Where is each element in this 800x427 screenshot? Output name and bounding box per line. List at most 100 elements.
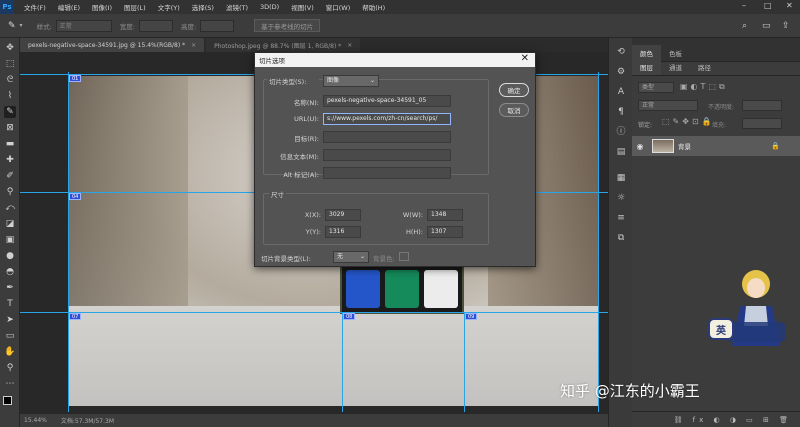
- gradient-tool-icon[interactable]: ▣: [4, 234, 16, 246]
- menu-layer[interactable]: 图层(L): [124, 2, 146, 12]
- move-tool-icon[interactable]: ✥: [4, 42, 16, 54]
- menu-filter[interactable]: 滤镜(T): [226, 2, 248, 12]
- slice-type-value: 图像: [327, 77, 340, 84]
- frame-tool-icon[interactable]: ⊠: [4, 122, 16, 134]
- menu-file[interactable]: 文件(F): [24, 2, 46, 12]
- ok-button[interactable]: 确定: [499, 83, 529, 97]
- h-label: H(H):: [405, 228, 423, 236]
- type-tool-icon[interactable]: T: [4, 298, 16, 310]
- healing-tool-icon[interactable]: ✚: [4, 154, 16, 166]
- chevron-down-icon: ⌄: [359, 253, 365, 260]
- share-icon[interactable]: ⇪: [782, 21, 790, 31]
- height-field[interactable]: [200, 19, 235, 32]
- pen-tool-icon[interactable]: ✒: [4, 282, 16, 294]
- menu-3d[interactable]: 3D(D): [260, 3, 279, 11]
- adjustments-panel-icon[interactable]: ☼: [615, 192, 627, 204]
- path-select-icon[interactable]: ➤: [4, 314, 16, 326]
- tool-preset-caret-icon[interactable]: ▾: [20, 22, 23, 29]
- layer-comps-icon[interactable]: ⧉: [615, 232, 627, 244]
- guide-slices-button[interactable]: 基于参考线的切片: [254, 19, 321, 32]
- slice-tool-icon[interactable]: ✎: [4, 106, 16, 118]
- layer-name[interactable]: 背景: [678, 141, 691, 151]
- layer-row-background[interactable]: ◉ 背景 🔒: [632, 136, 800, 156]
- channels-panel-icon[interactable]: ≡: [615, 212, 627, 224]
- width-field[interactable]: [138, 19, 173, 32]
- dialog-title: 切片选项: [259, 57, 285, 65]
- character-panel-icon[interactable]: A: [615, 86, 627, 98]
- paragraph-panel-icon[interactable]: ¶: [615, 106, 627, 118]
- fill-field[interactable]: [742, 118, 782, 129]
- url-field[interactable]: s://www.pexels.com/zh-cn/search/ps/: [323, 113, 451, 125]
- libraries-panel-icon[interactable]: ▤: [615, 146, 627, 158]
- maximize-icon[interactable]: □: [764, 1, 772, 10]
- w-field[interactable]: 1348: [427, 209, 463, 221]
- slice-tool-icon[interactable]: ✎: [8, 21, 16, 31]
- minimize-icon[interactable]: –: [742, 1, 746, 10]
- properties-panel-icon[interactable]: ⚙: [615, 66, 627, 78]
- hand-tool-icon[interactable]: ✋: [4, 346, 16, 358]
- eraser-tool-icon[interactable]: ◪: [4, 218, 16, 230]
- history-brush-icon[interactable]: ⤺: [4, 202, 16, 214]
- slice-tag-01[interactable]: 01: [69, 75, 82, 82]
- quick-select-tool-icon[interactable]: ⌇: [4, 90, 16, 102]
- slice-tag-09[interactable]: 09: [465, 313, 478, 320]
- tools-panel: ✥ ⬚ ᘓ ⌇ ✎ ⊠ ▬ ✚ ✐ ⚲ ⤺ ◪ ▣ ● ◓ ✒ T ➤ ▭ ✋ …: [0, 38, 20, 427]
- clone-stamp-icon[interactable]: ⚲: [4, 186, 16, 198]
- zoom-level[interactable]: 15.44%: [24, 417, 47, 424]
- menu-select[interactable]: 选择(S): [192, 2, 214, 12]
- lock-icons[interactable]: ⬚✎✥⊡🔒: [662, 117, 715, 126]
- menu-help[interactable]: 帮助(H): [362, 2, 385, 12]
- bg-type-select[interactable]: 无 ⌄: [333, 251, 369, 263]
- close-tab-icon[interactable]: ×: [191, 42, 196, 49]
- history-panel-icon[interactable]: ⟲: [615, 46, 627, 58]
- blur-tool-icon[interactable]: ●: [4, 250, 16, 262]
- tab-layers[interactable]: 图层: [632, 59, 661, 75]
- slice-tag-04[interactable]: 04: [69, 193, 82, 200]
- menu-edit[interactable]: 编辑(E): [58, 2, 80, 12]
- message-text-field[interactable]: [323, 149, 451, 161]
- alt-tag-field[interactable]: [323, 167, 451, 179]
- tab-paths[interactable]: 路径: [690, 59, 719, 75]
- layer-actions-icons[interactable]: ⛓ fx ◐ ◑ ▭ ⊞ 🗑: [674, 416, 792, 424]
- style-select[interactable]: 正常: [55, 19, 112, 32]
- close-icon[interactable]: ✕: [521, 53, 529, 64]
- bg-color-swatch[interactable]: [399, 252, 409, 261]
- close-tab-icon[interactable]: ×: [347, 42, 352, 49]
- info-panel-icon[interactable]: ⓘ: [615, 126, 627, 138]
- cancel-button[interactable]: 取消: [499, 103, 529, 117]
- lasso-tool-icon[interactable]: ᘓ: [4, 74, 16, 86]
- edit-toolbar-icon[interactable]: ⋯: [4, 378, 16, 390]
- x-field[interactable]: 3029: [325, 209, 361, 221]
- menu-window[interactable]: 窗口(W): [326, 2, 351, 12]
- y-field[interactable]: 1316: [325, 226, 361, 238]
- h-field[interactable]: 1307: [427, 226, 463, 238]
- marquee-tool-icon[interactable]: ⬚: [4, 58, 16, 70]
- menu-type[interactable]: 文字(Y): [158, 2, 180, 12]
- menu-image[interactable]: 图像(I): [92, 2, 112, 12]
- opacity-field[interactable]: [742, 100, 782, 111]
- search-icon[interactable]: ⌕: [742, 21, 747, 31]
- slice-type-select[interactable]: 图像 ⌄: [323, 75, 379, 87]
- rectangle-tool-icon[interactable]: ▭: [4, 330, 16, 342]
- layer-filter-icons[interactable]: ▣◐T⬚⧉: [680, 82, 728, 92]
- visibility-eye-icon[interactable]: ◉: [632, 142, 648, 151]
- target-field[interactable]: [323, 131, 451, 143]
- dodge-tool-icon[interactable]: ◓: [4, 266, 16, 278]
- name-field[interactable]: pexels-negative-space-34591_05: [323, 95, 451, 107]
- brush-tool-icon[interactable]: ✐: [4, 170, 16, 182]
- eyedropper-tool-icon[interactable]: ▬: [4, 138, 16, 150]
- tab-photoshop-document[interactable]: Photoshop.jpeg @ 88.7% (图层 1, RGB/8) * ×: [206, 38, 361, 52]
- blend-mode-select[interactable]: 正常: [638, 100, 698, 111]
- tab-pexels-document[interactable]: pexels-negative-space-34591.jpg @ 15.4%(…: [20, 38, 205, 52]
- foreground-color-swatch[interactable]: [3, 396, 12, 405]
- menu-view[interactable]: 视图(V): [291, 2, 314, 12]
- slice-guide-edge: [598, 72, 599, 412]
- workspace-icon[interactable]: ▭: [762, 21, 771, 31]
- zoom-tool-icon[interactable]: ⚲: [4, 362, 16, 374]
- close-window-icon[interactable]: ✕: [786, 1, 793, 10]
- layer-filter-select[interactable]: 类型: [638, 82, 674, 93]
- swatches-panel-icon[interactable]: ▦: [615, 172, 627, 184]
- slice-tag-08[interactable]: 08: [343, 313, 356, 320]
- slice-tag-07[interactable]: 07: [69, 313, 82, 320]
- tab-channels[interactable]: 通道: [661, 59, 690, 75]
